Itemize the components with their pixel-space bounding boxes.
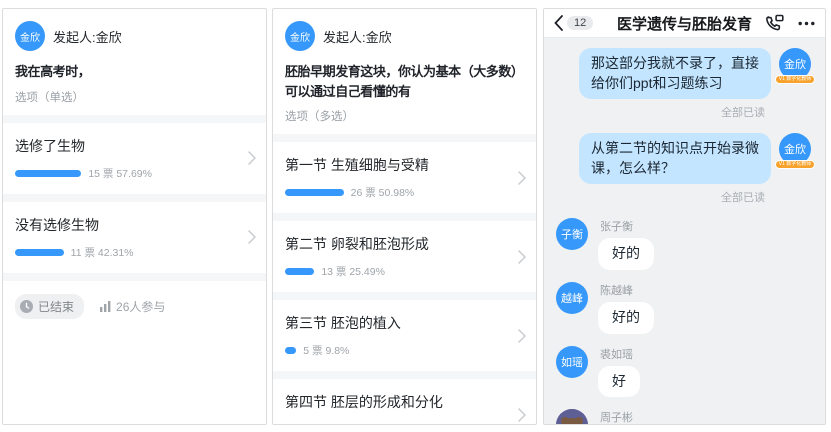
- vote-count: 15 票 57.69%: [88, 166, 152, 181]
- bear-icon: [556, 409, 588, 425]
- message-sent: 从第二节的知识点开始录微 课，怎么样？ 金欣 V1 数字化教师: [556, 133, 813, 184]
- poll-card-1: 金欣 发起人:金欣 我在高考时， 选项（单选） 选修了生物 15 票 57.69…: [2, 8, 267, 425]
- vote-bar: [285, 268, 314, 275]
- vote-count: 11 票 42.31%: [71, 245, 134, 260]
- message-received: 子衡 张子衡 好的: [556, 218, 813, 270]
- initiator-avatar[interactable]: 金欣: [15, 21, 45, 51]
- poll-option-label: 没有选修生物: [15, 215, 240, 235]
- clock-icon: [20, 300, 33, 313]
- poll-title: 我在高考时，: [15, 62, 254, 82]
- chevron-right-icon: [248, 151, 256, 165]
- vote-count: 7 票 13.73%: [308, 422, 366, 425]
- back-button[interactable]: 12: [554, 15, 593, 31]
- read-receipt[interactable]: 全部已读: [556, 104, 813, 120]
- read-receipt[interactable]: 全部已读: [556, 189, 813, 205]
- chat-panel: 12 医学遗传与胚胎发育 那这部分我就不录了，直接 给你们ppt和习题练习 金欣…: [543, 8, 826, 425]
- sender-name: 陈越峰: [600, 282, 654, 298]
- poll-option[interactable]: 选修了生物 15 票 57.69%: [3, 123, 266, 194]
- poll-option-label: 第二节 卵裂和胚泡形成: [285, 234, 510, 254]
- chevron-right-icon: [518, 250, 526, 264]
- message-bubble-sent[interactable]: 那这部分我就不录了，直接 给你们ppt和习题练习: [579, 48, 771, 99]
- message-received: 周子彬: [556, 409, 813, 425]
- poll-option[interactable]: 第三节 胚泡的植入 5 票 9.8%: [273, 300, 536, 371]
- chat-header: 12 医学遗传与胚胎发育: [544, 9, 825, 38]
- message-bubble-sent[interactable]: 从第二节的知识点开始录微 课，怎么样？: [579, 133, 771, 184]
- poll-title: 胚胎早期发育这块，你认为基本（大多数） 可以通过自己看懂的有: [285, 62, 524, 101]
- chat-message-list[interactable]: 那这部分我就不录了，直接 给你们ppt和习题练习 金欣 V1 数字化教师 全部已…: [544, 38, 825, 425]
- chat-title: 医学遗传与胚胎发育: [617, 13, 752, 34]
- section-divider: [273, 213, 536, 221]
- poll-option-label: 第一节 生殖细胞与受精: [285, 155, 510, 175]
- message-sent: 那这部分我就不录了，直接 给你们ppt和习题练习 金欣 V1 数字化教师: [556, 48, 813, 99]
- avatar-medal-badge: V1 数字化教师: [775, 160, 816, 169]
- section-divider: [3, 273, 266, 281]
- section-divider: [273, 292, 536, 300]
- initiator-avatar[interactable]: 金欣: [285, 21, 315, 51]
- poll-header: 金欣 发起人:金欣 胚胎早期发育这块，你认为基本（大多数） 可以通过自己看懂的有…: [273, 9, 536, 134]
- message-bubble-received[interactable]: 好的: [598, 302, 654, 334]
- avatar-qiuruyao[interactable]: 如瑶: [556, 346, 588, 378]
- vote-count: 5 票 9.8%: [303, 343, 349, 358]
- unread-count-badge: 12: [567, 16, 593, 30]
- vote-count: 26 票 50.98%: [351, 185, 415, 200]
- poll-mode-label: 选项（多选）: [285, 108, 524, 134]
- poll-card-2: 金欣 发起人:金欣 胚胎早期发育这块，你认为基本（大多数） 可以通过自己看懂的有…: [272, 8, 537, 425]
- poll-option[interactable]: 第一节 生殖细胞与受精 26 票 50.98%: [273, 142, 536, 213]
- chevron-right-icon: [518, 329, 526, 343]
- poll-option-label: 第四节 胚层的形成和分化: [285, 392, 510, 412]
- message-received: 如瑶 裘如瑶 好: [556, 346, 813, 398]
- sender-name: 周子彬: [600, 409, 682, 425]
- sender-name: 张子衡: [600, 218, 654, 234]
- poll-option[interactable]: 第四节 胚层的形成和分化 7 票 13.73%: [273, 379, 536, 425]
- message-bubble-received[interactable]: 好的: [598, 238, 654, 270]
- poll-header: 金欣 发起人:金欣 我在高考时， 选项（单选）: [3, 9, 266, 115]
- participants-count[interactable]: 26人参与: [100, 298, 165, 315]
- chevron-right-icon: [518, 171, 526, 185]
- section-divider: [273, 371, 536, 379]
- vote-count: 13 票 25.49%: [321, 264, 385, 279]
- avatar-chenyuefeng[interactable]: 越峰: [556, 282, 588, 314]
- poll-mode-label: 选项（单选）: [15, 89, 254, 115]
- chevron-left-icon: [554, 15, 563, 31]
- section-divider: [3, 115, 266, 123]
- message-received: 越峰 陈越峰 好的: [556, 282, 813, 334]
- poll-footer: 已结束 26人参与: [3, 281, 266, 332]
- poll-option[interactable]: 第二节 卵裂和胚泡形成 13 票 25.49%: [273, 221, 536, 292]
- avatar-zhangziheng[interactable]: 子衡: [556, 218, 588, 250]
- avatar-medal-badge: V1 数字化教师: [775, 75, 816, 84]
- initiator-label: 发起人:金欣: [53, 27, 122, 46]
- participants-label: 26人参与: [116, 298, 165, 315]
- initiator-label: 发起人:金欣: [323, 27, 392, 46]
- status-label: 已结束: [38, 298, 74, 315]
- vote-bar: [285, 347, 296, 354]
- chevron-right-icon: [518, 408, 526, 422]
- vote-bar: [285, 189, 344, 196]
- sender-name: 裘如瑶: [600, 346, 640, 362]
- bar-chart-icon: [100, 301, 111, 312]
- poll-option[interactable]: 没有选修生物 11 票 42.31%: [3, 202, 266, 273]
- status-badge: 已结束: [15, 294, 84, 319]
- poll-option-label: 第三节 胚泡的植入: [285, 313, 510, 333]
- vote-bar: [15, 249, 64, 256]
- section-divider: [273, 134, 536, 142]
- poll-option-label: 选修了生物: [15, 136, 240, 156]
- more-icon[interactable]: [798, 21, 815, 26]
- vote-bar: [15, 170, 81, 177]
- phone-call-icon[interactable]: [765, 14, 784, 32]
- avatar-zhouzibin-bear[interactable]: [556, 409, 588, 425]
- chevron-right-icon: [248, 230, 256, 244]
- section-divider: [3, 194, 266, 202]
- message-bubble-received[interactable]: 好: [598, 366, 640, 398]
